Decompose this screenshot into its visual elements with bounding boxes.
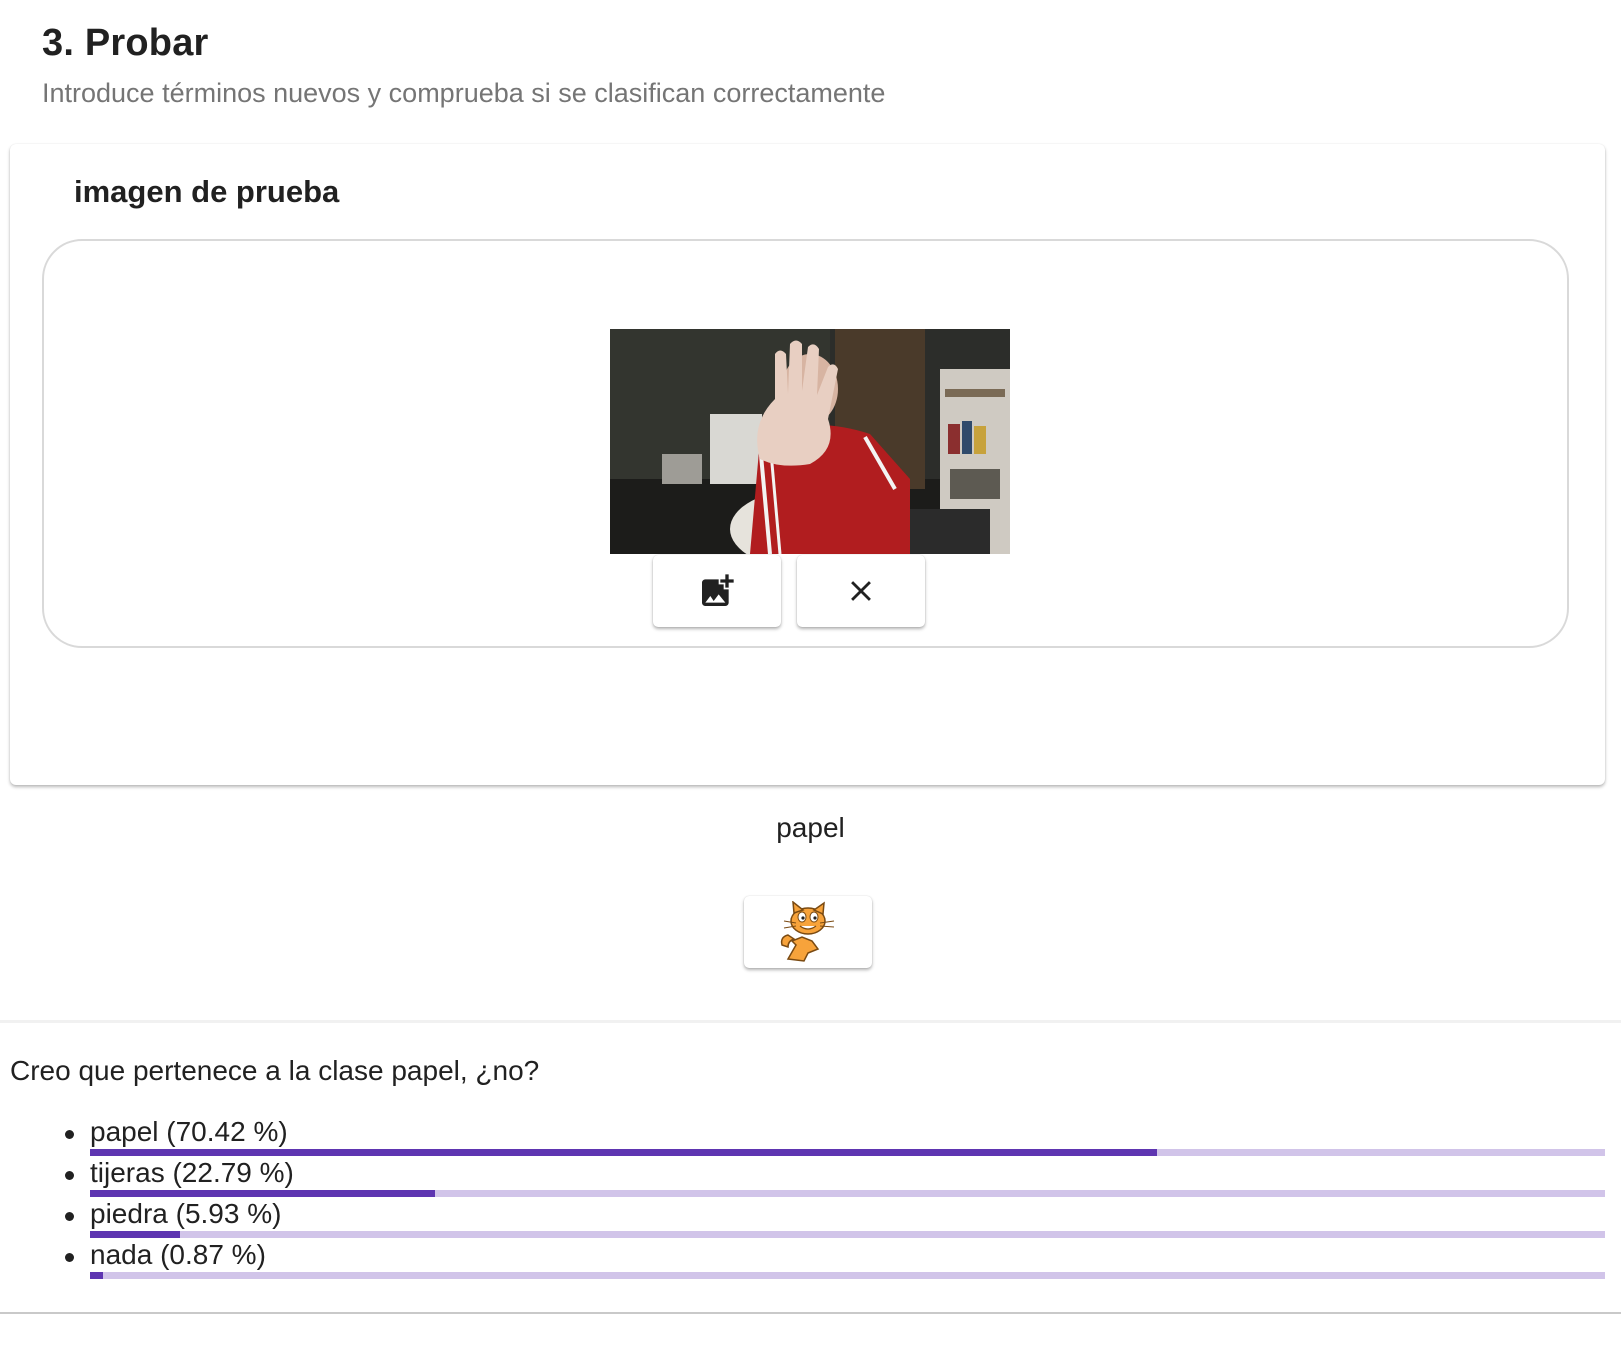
test-image-preview (610, 329, 1010, 554)
confidence-bar-fill (90, 1231, 180, 1238)
add-photo-icon (702, 574, 734, 606)
card-title: imagen de prueba (74, 174, 340, 209)
bottom-divider (0, 1312, 1621, 1314)
result-item: papel (70.42 %) (65, 1115, 1605, 1156)
section-title: 3. Probar (42, 22, 209, 64)
results-divider (0, 1020, 1621, 1023)
add-image-button[interactable] (653, 555, 781, 627)
confidence-bar (90, 1231, 1605, 1238)
test-image-card: imagen de prueba (10, 144, 1605, 785)
result-label: nada (0.87 %) (90, 1239, 266, 1270)
close-icon (851, 581, 871, 601)
result-item: nada (0.87 %) (65, 1238, 1605, 1279)
confidence-bar-fill (90, 1272, 104, 1279)
confidence-bar (90, 1149, 1605, 1156)
result-label: piedra (5.93 %) (90, 1198, 282, 1229)
page: 3. Probar Introduce términos nuevos y co… (0, 0, 1621, 1366)
bullet (65, 1212, 74, 1221)
predicted-class-label: papel (776, 812, 845, 843)
section-subtitle: Introduce términos nuevos y comprueba si… (42, 78, 886, 108)
scratch-cat-icon (780, 901, 835, 962)
result-item: tijeras (22.79 %) (65, 1156, 1605, 1197)
clear-image-button[interactable] (797, 555, 925, 627)
results-list: papel (70.42 %) tijeras (22.79 %) piedra… (65, 1115, 1605, 1279)
result-label: tijeras (22.79 %) (90, 1157, 294, 1188)
results-summary: Creo que pertenece a la clase papel, ¿no… (10, 1055, 540, 1086)
webcam-photo (610, 329, 1010, 554)
result-label: papel (70.42 %) (90, 1116, 288, 1147)
bullet (65, 1130, 74, 1139)
confidence-bar (90, 1190, 1605, 1197)
scratch-button[interactable] (744, 896, 872, 968)
confidence-bar (90, 1272, 1605, 1279)
confidence-bar-fill (90, 1190, 436, 1197)
result-item: piedra (5.93 %) (65, 1197, 1605, 1238)
confidence-bar-fill (90, 1149, 1157, 1156)
bullet (65, 1253, 74, 1262)
bullet (65, 1171, 74, 1180)
